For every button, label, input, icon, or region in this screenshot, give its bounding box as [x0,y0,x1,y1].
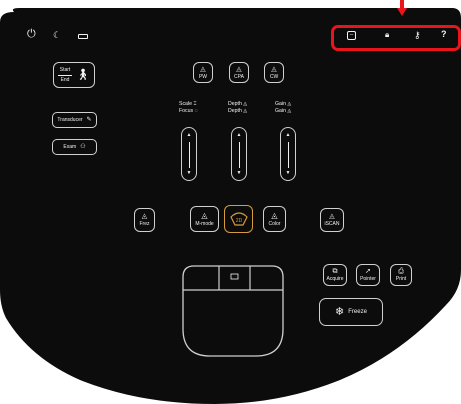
cw-icon: ◬ [271,65,277,73]
battery-icon [78,34,88,39]
scale-focus-labels: Scale ⌶ Focus ◌ [179,101,198,115]
gain-label-1: Gain [275,101,286,107]
up-arrow-icon: ▲ [285,132,291,138]
scale-icon: ⌶ [193,101,197,107]
pointer-button[interactable]: ➚ Pointer [356,264,380,286]
exam-icon: ⚇ [80,144,86,150]
transducer-label: Transducer [57,116,83,123]
color-label: Color [268,220,281,227]
gain-icon: ◬ [287,101,292,107]
mmode-label: M-mode [195,220,214,227]
down-arrow-icon: ▼ [285,170,291,176]
start-end-labels: Start End [58,66,73,83]
depth-slider[interactable]: ▲ ▼ [231,127,247,181]
mmode-icon: ◬ [201,210,208,220]
minimize-icon[interactable]: – [347,31,356,40]
focus-icon: ◌ [194,108,198,115]
depth-label-2: Depth [228,108,242,115]
cpa-icon: ◬ [236,65,242,73]
freeze-button[interactable]: ❄ Freeze [319,298,383,326]
mmode-button[interactable]: ◬ M-mode [190,206,219,232]
exam-label: Exam [63,143,77,150]
cpa-button[interactable]: ◬ CPA [229,62,249,83]
acquire-label: Acquire [326,276,344,282]
lock-icon[interactable]: 🔒︎ [385,30,389,40]
gain-icon-2: ◬ [287,108,292,115]
cw-label: CW [269,73,279,80]
depth-icon: ◬ [243,101,248,107]
twod-label: 2D [235,218,242,224]
down-arrow-icon: ▼ [236,170,242,176]
frez-label: Frez [139,221,150,227]
pw-icon: ◬ [200,65,206,73]
print-button[interactable]: ⎙ Print [390,264,412,286]
freeze-small-button[interactable]: ◬ Frez [134,208,155,232]
freeze-label: Freeze [348,309,367,315]
cpa-label: CPA [234,73,244,80]
trackpad[interactable] [180,263,286,359]
gain-labels: Gain ◬ Gain ◬ [275,101,291,115]
start-label: Start [59,66,71,73]
moon-icon[interactable]: ☾ [53,30,61,41]
depth-label-1: Depth [228,101,242,107]
up-arrow-icon: ▲ [186,132,192,138]
acquire-icon: ⧉ [332,268,338,275]
help-icon[interactable]: ? [441,29,447,39]
settings-wrench-icon[interactable]: ⚷ [414,30,421,41]
print-label: Print [395,276,407,282]
pointer-label: Pointer [360,276,376,282]
scale-focus-slider[interactable]: ▲ ▼ [181,127,197,181]
person-icon: 🚶︎ [76,68,90,81]
twod-icon: 2D [229,212,248,226]
exam-button[interactable]: Exam ⚇ [52,139,97,155]
down-arrow-icon: ▼ [186,170,192,176]
cw-button[interactable]: ◬ CW [264,62,284,83]
color-button[interactable]: ◬ Color [263,206,286,232]
start-end-button[interactable]: Start End 🚶︎ [53,62,95,88]
snowflake-icon: ❄ [335,305,345,318]
twod-button[interactable]: 2D [224,205,253,233]
up-arrow-icon: ▲ [236,132,242,138]
focus-label: Focus [179,108,194,115]
depth-icon-2: ◬ [243,108,248,115]
gain-slider[interactable]: ▲ ▼ [280,127,296,181]
acquire-button[interactable]: ⧉ Acquire [323,264,347,286]
end-label: End [60,76,70,83]
printer-icon: ⎙ [398,268,404,275]
probe-icon: ✎ [86,117,92,123]
power-icon[interactable]: ⏻ [27,28,36,41]
iscan-label: iSCAN [324,221,340,227]
gain-label-2: Gain [275,108,286,115]
color-icon: ◬ [271,210,278,220]
depth-labels: Depth ◬ Depth ◬ [228,101,247,115]
pw-label: PW [198,73,208,80]
pw-button[interactable]: ◬ PW [193,62,213,83]
pointer-icon: ➚ [365,268,371,275]
transducer-button[interactable]: Transducer ✎ [52,112,97,128]
frez-icon: ◬ [141,213,148,220]
iscan-button[interactable]: ◬ iSCAN [320,208,344,232]
scale-label: Scale [179,101,192,107]
iscan-icon: ◬ [329,213,335,220]
